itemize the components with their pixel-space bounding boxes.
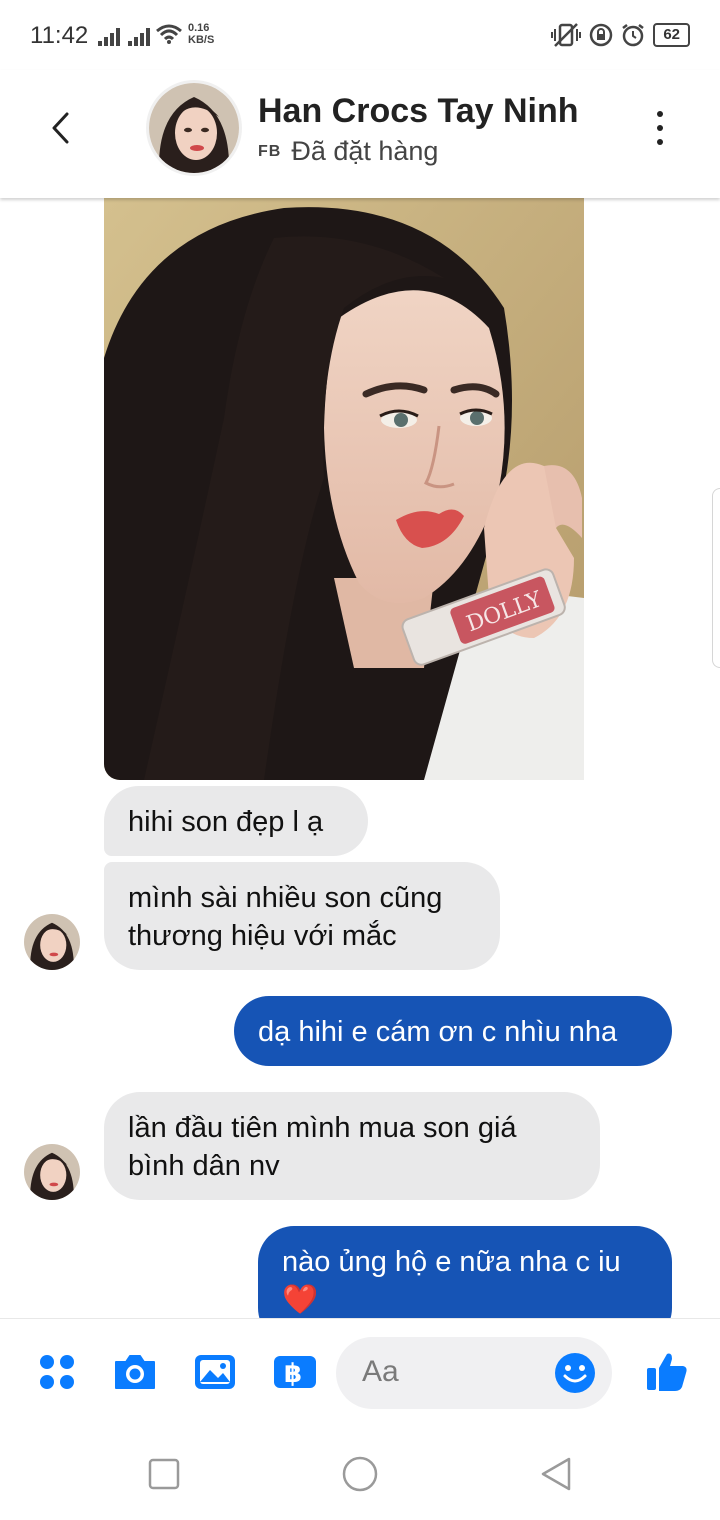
avatar-image [24,914,80,970]
home-button[interactable] [340,1454,380,1494]
battery-indicator: 62 [653,23,690,47]
more-dot-icon [657,139,663,145]
conversation-area[interactable]: DOLLY hihi son đẹp l ạ mình sài nhiều so… [0,198,720,1318]
thumbs-up-icon [647,1353,687,1391]
shared-photo[interactable]: DOLLY [104,198,584,780]
status-time: 11:42 [30,22,89,49]
camera-button[interactable] [112,1349,158,1395]
square-icon [148,1458,180,1490]
like-button[interactable] [644,1349,690,1395]
message-text: hihi son đẹp l ạ [128,806,324,838]
contact-avatar[interactable] [146,80,242,176]
chevron-left-icon [52,112,69,144]
message-text: mình sài nhiều son cũng thương hiệu với … [128,882,443,952]
gallery-button[interactable] [192,1349,238,1395]
more-dot-icon [657,111,663,117]
svg-text:฿: ฿ [284,1359,302,1389]
signal-icon [98,26,120,46]
message-incoming[interactable]: hihi son đẹp l ạ [104,786,368,856]
message-input-placeholder: Aa [362,1355,399,1388]
signal-icon-2 [128,26,150,46]
back-nav-button[interactable] [536,1454,576,1494]
more-actions-button[interactable] [34,1349,80,1395]
sender-avatar[interactable] [24,1144,80,1200]
message-text: nào ủng hộ e nữa nha c iu ❤️ [282,1246,621,1316]
status-icons: 62 [551,22,690,48]
vibrate-mute-icon [551,23,582,47]
scroll-handle[interactable] [712,488,720,668]
message-text: lần đầu tiên mình mua son giá bình dân n… [128,1112,517,1182]
system-nav-bar [0,1428,720,1520]
avatar-image [24,1144,80,1200]
message-outgoing[interactable]: nào ủng hộ e nữa nha c iu ❤️ [258,1226,672,1318]
message-incoming[interactable]: mình sài nhiều son cũng thương hiệu với … [104,862,500,970]
more-options-button[interactable] [644,108,676,148]
wifi-icon [156,24,182,44]
contact-status: FB Đã đặt hàng [258,136,438,167]
triangle-back-icon [541,1457,571,1491]
lock-rotation-icon [590,23,613,47]
payment-button[interactable]: ฿ [272,1349,318,1395]
currency-icon: ฿ [274,1356,316,1389]
source-tag: FB [258,142,282,160]
sender-avatar[interactable] [24,914,80,970]
grid-dots-icon [40,1355,74,1389]
net-speed: 0.16 KB/S [188,22,215,46]
back-button[interactable] [36,104,84,152]
message-incoming[interactable]: lần đầu tiên mình mua son giá bình dân n… [104,1092,600,1200]
message-composer: ฿ Aa [0,1318,720,1428]
chat-header: Han Crocs Tay Ninh FB Đã đặt hàng [0,70,720,198]
circle-icon [342,1456,378,1492]
contact-name[interactable]: Han Crocs Tay Ninh [258,92,579,131]
more-dot-icon [657,125,663,131]
avatar-image [149,83,239,173]
message-input[interactable]: Aa [336,1337,612,1409]
image-icon [195,1355,235,1389]
emoji-icon[interactable] [554,1352,596,1394]
message-outgoing[interactable]: dạ hihi e cám ơn c nhìu nha [234,996,672,1066]
camera-icon [115,1355,155,1389]
status-bar: 11:42 0.16 KB/S 62 [0,0,720,70]
recents-button[interactable] [144,1454,184,1494]
order-status: Đã đặt hàng [291,136,439,166]
alarm-icon [622,24,645,47]
message-text: dạ hihi e cám ơn c nhìu nha [258,1016,618,1048]
photo-image: DOLLY [104,198,584,780]
